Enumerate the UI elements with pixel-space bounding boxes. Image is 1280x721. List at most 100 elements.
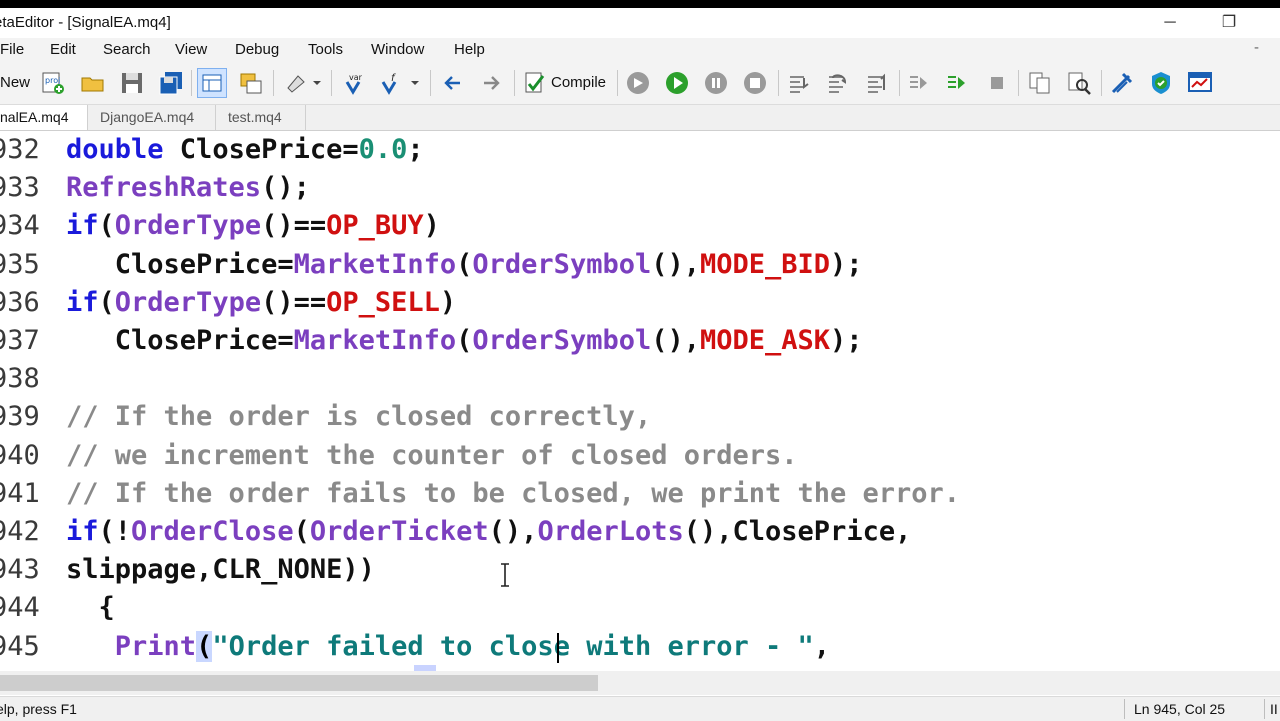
ibeam-cursor-icon: [498, 563, 512, 587]
toolbox-icon[interactable]: [236, 68, 266, 98]
code-line[interactable]: 945 Print("Order failed to close with er…: [0, 628, 1280, 666]
line-number: 941: [0, 477, 40, 509]
back-arrow-icon[interactable]: [438, 68, 468, 98]
code-line[interactable]: 935 ClosePrice=MarketInfo(OrderSymbol(),…: [0, 246, 1280, 284]
code-line[interactable]: 939 // If the order is closed correctly,: [0, 398, 1280, 436]
code-token: ClosePrice=: [66, 325, 294, 356]
line-number: 944: [0, 592, 40, 624]
vps-icon[interactable]: [1146, 68, 1176, 98]
forward-arrow-icon[interactable]: [476, 68, 506, 98]
code-line[interactable]: 942 if(!OrderClose(OrderTicket(),OrderLot…: [0, 513, 1280, 551]
save-icon[interactable]: [117, 68, 147, 98]
open-folder-icon[interactable]: [78, 68, 108, 98]
code-editor[interactable]: 932double ClosePrice=0.0;933RefreshRates…: [0, 131, 1280, 671]
tab-test[interactable]: test.mq4: [216, 105, 306, 130]
code-token: ClosePrice=: [163, 134, 359, 165]
menu-edit[interactable]: Edit: [50, 41, 76, 58]
code-token: ()==: [261, 286, 327, 318]
menu-file[interactable]: File: [0, 41, 24, 58]
function-list-icon[interactable]: f: [377, 68, 407, 98]
code-token: OrderSymbol: [472, 325, 652, 356]
pause-icon[interactable]: [701, 68, 731, 98]
styler-icon[interactable]: [281, 68, 311, 98]
menu-debug[interactable]: Debug: [235, 41, 279, 58]
step-into-icon[interactable]: [784, 68, 814, 98]
svg-text:proj: proj: [45, 76, 60, 85]
code-text: RefreshRates();: [66, 169, 310, 207]
code-token: MODE_ASK: [700, 325, 831, 356]
code-token: (: [98, 286, 115, 318]
code-token: // we increment the counter of closed or…: [66, 439, 798, 471]
var-list-icon[interactable]: var: [339, 68, 369, 98]
code-line[interactable]: 934 if(OrderType()==OP_BUY): [0, 207, 1280, 245]
mdi-minimize-button[interactable]: -: [1254, 39, 1259, 56]
save-all-icon[interactable]: [156, 68, 186, 98]
code-line[interactable]: 936 if(OrderType()==OP_SELL): [0, 284, 1280, 322]
code-text: ClosePrice=MarketInfo(OrderSymbol(),MODE…: [66, 246, 863, 284]
toolbar-separator: [273, 70, 274, 96]
code-line[interactable]: 932 double ClosePrice=0.0;: [0, 131, 1280, 169]
code-token: Print: [114, 630, 197, 662]
toolbar-separator: [514, 70, 515, 96]
new-project-icon[interactable]: proj: [38, 68, 68, 98]
menu-window[interactable]: Window: [371, 41, 424, 58]
copy-icon[interactable]: [1025, 68, 1055, 98]
code-line[interactable]: 944 {: [0, 589, 1280, 627]
code-token: RefreshRates: [66, 172, 262, 204]
code-token: slippage,CLR_NONE)): [66, 554, 375, 586]
menu-tools[interactable]: Tools: [308, 41, 343, 58]
code-token: OrderTicket: [309, 516, 489, 547]
code-line[interactable]: 933 RefreshRates();: [0, 169, 1280, 207]
code-token: (: [456, 325, 473, 356]
step-out-icon[interactable]: [862, 68, 892, 98]
play-icon[interactable]: [662, 68, 692, 98]
profiling-run-icon[interactable]: [942, 68, 972, 98]
code-token: 0.0: [358, 134, 408, 165]
start-debug-icon[interactable]: [623, 68, 653, 98]
code-token: (),: [488, 516, 538, 547]
window-title: etaEditor - [SignalEA.mq4]: [0, 14, 171, 31]
profiling-stop-icon[interactable]: [982, 68, 1012, 98]
code-token: (!: [98, 516, 132, 547]
stop-icon[interactable]: [740, 68, 770, 98]
tab-signalea[interactable]: nalEA.mq4: [0, 105, 88, 130]
code-token: (: [456, 248, 473, 280]
compile-button-label[interactable]: Compile: [551, 74, 606, 91]
chevron-down-icon[interactable]: [408, 68, 422, 98]
tab-djangoea[interactable]: DjangoEA.mq4: [88, 105, 216, 130]
strategy-tester-icon[interactable]: [1107, 68, 1137, 98]
toolbar: New proj var f Compile: [0, 62, 1280, 105]
code-token: // If the order is closed correctly,: [66, 401, 652, 433]
menu-help[interactable]: Help: [454, 41, 485, 58]
status-bar: elp, press F1 Ln 945, Col 25 II: [0, 696, 1280, 721]
start-profiling-icon[interactable]: [904, 68, 934, 98]
code-text: if(OrderType()==OP_BUY): [66, 207, 440, 245]
toolbar-separator: [899, 70, 900, 96]
code-line[interactable]: 940 // we increment the counter of closed…: [0, 437, 1280, 475]
compile-icon[interactable]: [520, 68, 550, 98]
code-line[interactable]: 943 slippage,CLR_NONE)): [0, 551, 1280, 589]
horizontal-scrollbar[interactable]: [0, 671, 1280, 695]
status-separator: [1124, 699, 1125, 719]
code-line[interactable]: 941 // If the order fails to be closed, w…: [0, 475, 1280, 513]
code-line[interactable]: 938: [0, 360, 1280, 398]
terminal-icon[interactable]: [1185, 68, 1215, 98]
code-line[interactable]: 937 ClosePrice=MarketInfo(OrderSymbol(),…: [0, 322, 1280, 360]
line-number: 939: [0, 401, 40, 433]
navigator-icon[interactable]: [197, 68, 227, 98]
find-icon[interactable]: [1064, 68, 1094, 98]
code-text: if(!OrderClose(OrderTicket(),OrderLots()…: [66, 513, 911, 551]
minimize-button[interactable]: ─: [1158, 12, 1182, 34]
new-button-label[interactable]: New: [0, 74, 30, 91]
restore-button[interactable]: ❐: [1217, 12, 1241, 34]
code-text: // If the order fails to be closed, we p…: [66, 475, 960, 513]
code-text: if(OrderType()==OP_SELL): [66, 284, 456, 322]
code-token: double: [66, 134, 164, 165]
scrollbar-thumb[interactable]: [0, 675, 598, 691]
code-text: ClosePrice=MarketInfo(OrderSymbol(),MODE…: [66, 322, 863, 360]
toolbar-separator: [1018, 70, 1019, 96]
menu-view[interactable]: View: [175, 41, 207, 58]
menu-search[interactable]: Search: [103, 41, 151, 58]
chevron-down-icon[interactable]: [310, 68, 324, 98]
step-over-icon[interactable]: [823, 68, 853, 98]
